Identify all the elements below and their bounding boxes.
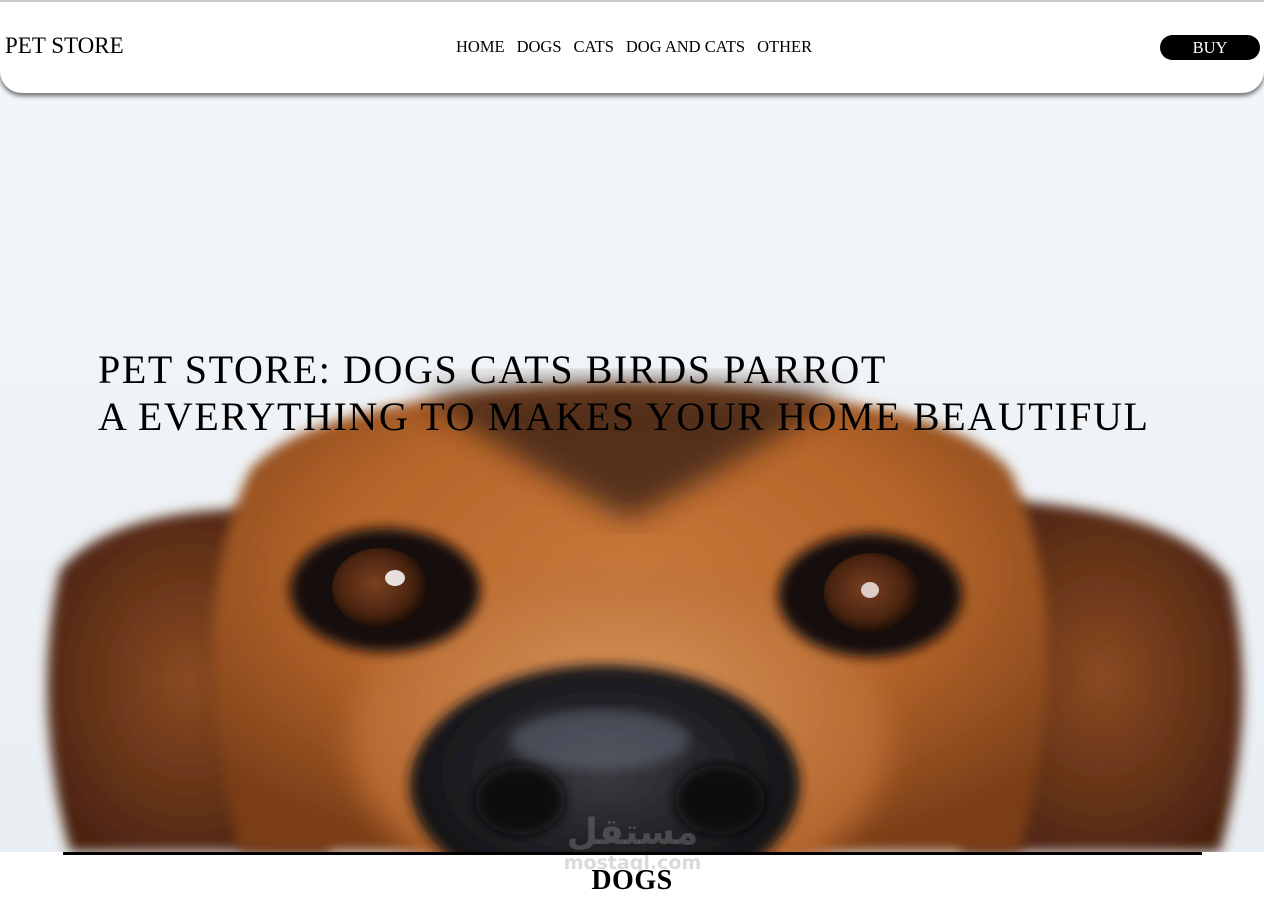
hero-headline-line-1: PET STORE: DOGS CATS BIRDS PARROT (98, 347, 887, 392)
nav-link-dog-and-cats[interactable]: DOG AND CATS (626, 37, 745, 57)
hero-headline-line-2: A EVERYTHING TO MAKES YOUR HOME BEAUTIFU… (98, 394, 1150, 439)
page: PET STORE HOME DOGS CATS DOG AND CATS OT… (0, 0, 1264, 898)
nav-link-home[interactable]: HOME (456, 37, 505, 57)
nav-links: HOME DOGS CATS DOG AND CATS OTHER (456, 37, 812, 57)
nav-link-dogs[interactable]: DOGS (517, 37, 562, 57)
nav-link-cats[interactable]: CATS (574, 37, 614, 57)
hero-headline: PET STORE: DOGS CATS BIRDS PARROT A EVER… (98, 346, 1150, 440)
section-title: DOGS (591, 865, 673, 896)
brand-logo[interactable]: PET STORE (5, 33, 124, 59)
nav-link-other[interactable]: OTHER (757, 37, 812, 57)
buy-button[interactable]: BUY (1160, 35, 1260, 60)
navbar: PET STORE HOME DOGS CATS DOG AND CATS OT… (0, 0, 1264, 93)
section-divider (63, 852, 1202, 855)
top-border (0, 0, 1264, 2)
